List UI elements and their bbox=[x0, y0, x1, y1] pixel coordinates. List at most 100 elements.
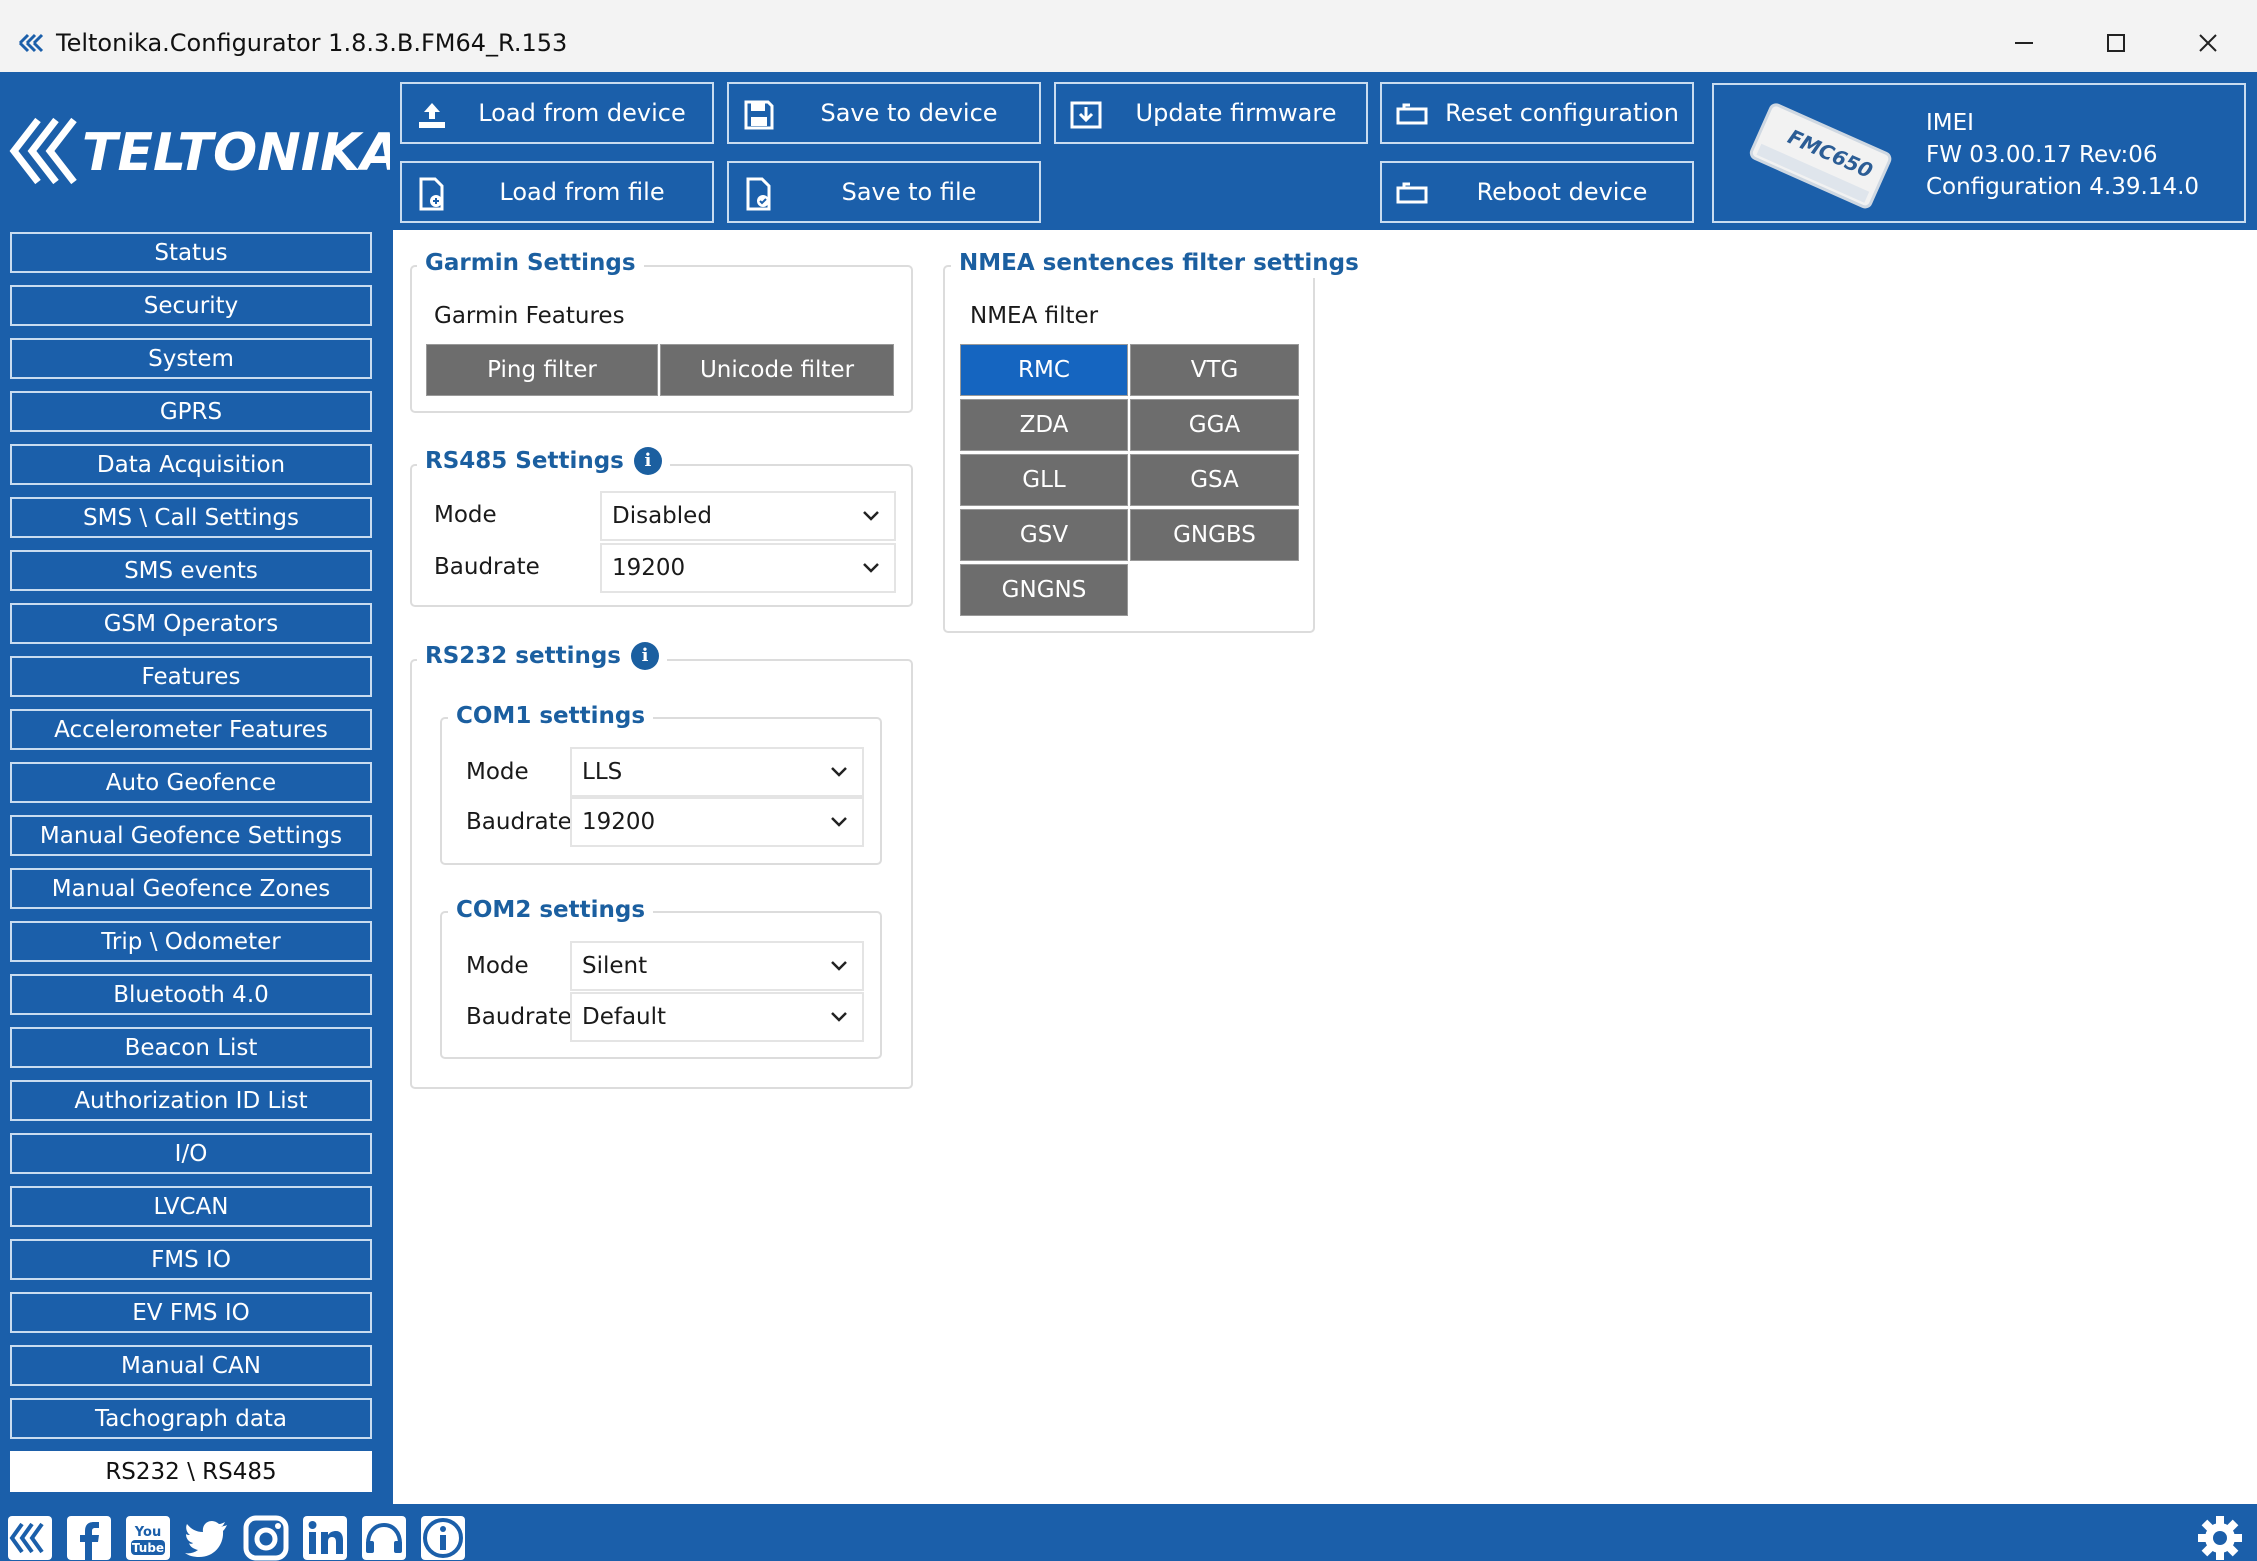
teltonika-logo: TELTONIKA bbox=[9, 117, 390, 185]
info-icon[interactable] bbox=[419, 1514, 467, 1561]
sidebar-item-gprs[interactable]: GPRS bbox=[10, 391, 372, 432]
com2-mode-value: Silent bbox=[582, 953, 648, 979]
sidebar-item-lvcan[interactable]: LVCAN bbox=[10, 1186, 372, 1227]
teltonika-app-icon bbox=[18, 33, 44, 53]
upload-device-icon bbox=[419, 103, 445, 128]
nmea-vtg-toggle[interactable]: VTG bbox=[1130, 344, 1299, 396]
firmware-download-icon bbox=[1070, 101, 1102, 129]
sidebar-item-features[interactable]: Features bbox=[10, 656, 372, 697]
maximize-button[interactable] bbox=[2086, 18, 2146, 68]
com1-baudrate-value: 19200 bbox=[582, 809, 656, 835]
nmea-zda-toggle[interactable]: ZDA bbox=[960, 399, 1128, 451]
nmea-gngns-toggle[interactable]: GNGNS bbox=[960, 564, 1128, 616]
sidebar-item-ev-fms-io[interactable]: EV FMS IO bbox=[10, 1292, 372, 1333]
sidebar-item-data-acquisition[interactable]: Data Acquisition bbox=[10, 444, 372, 485]
rs485-baudrate-select[interactable]: 19200 bbox=[600, 543, 896, 593]
sidebar-item-sms-call-settings[interactable]: SMS \ Call Settings bbox=[10, 497, 372, 538]
save-to-file-label: Save to file bbox=[841, 178, 977, 206]
chevron-down-icon bbox=[863, 511, 879, 521]
sidebar-item-io[interactable]: I/O bbox=[10, 1133, 372, 1174]
update-firmware-button[interactable]: Update firmware bbox=[1054, 82, 1368, 144]
com1-settings-title: COM1 settings bbox=[448, 701, 654, 731]
ping-filter-button[interactable]: Ping filter bbox=[426, 344, 658, 396]
com2-mode-label: Mode bbox=[466, 953, 529, 979]
settings-gear-icon[interactable] bbox=[2196, 1514, 2244, 1561]
minimize-icon bbox=[2015, 42, 2033, 44]
nmea-gll-toggle[interactable]: GLL bbox=[960, 454, 1128, 506]
chevron-down-icon bbox=[831, 1012, 847, 1022]
sidebar-item-sms-events[interactable]: SMS events bbox=[10, 550, 372, 591]
header-toolbar: TELTONIKA Load from device Save to devic… bbox=[0, 72, 2257, 230]
nmea-gga-toggle[interactable]: GGA bbox=[1130, 399, 1299, 451]
load-from-device-label: Load from device bbox=[478, 99, 686, 127]
sidebar-item-system[interactable]: System bbox=[10, 338, 372, 379]
sidebar-item-trip-odometer[interactable]: Trip \ Odometer bbox=[10, 921, 372, 962]
firmware-version: FW 03.00.17 Rev:06 bbox=[1926, 142, 2158, 168]
instagram-icon[interactable] bbox=[242, 1514, 290, 1561]
teltonika-icon[interactable] bbox=[6, 1514, 54, 1561]
com1-mode-label: Mode bbox=[466, 759, 529, 785]
sidebar-item-manual-geofence-zones[interactable]: Manual Geofence Zones bbox=[10, 868, 372, 909]
youtube-icon[interactable]: You Tube bbox=[124, 1514, 172, 1561]
nmea-filter-label: NMEA filter bbox=[970, 303, 1099, 329]
sidebar-item-authorization-id-list[interactable]: Authorization ID List bbox=[10, 1080, 372, 1121]
close-button[interactable] bbox=[2178, 18, 2238, 68]
update-firmware-label: Update firmware bbox=[1135, 99, 1337, 127]
facebook-icon[interactable] bbox=[65, 1514, 113, 1561]
rs232-info-icon[interactable]: i bbox=[630, 642, 659, 670]
file-save-icon bbox=[746, 177, 771, 211]
nmea-gsv-toggle[interactable]: GSV bbox=[960, 509, 1128, 561]
reboot-device-label: Reboot device bbox=[1476, 178, 1648, 206]
com1-mode-select[interactable]: LLS bbox=[570, 747, 864, 797]
rs485-mode-label: Mode bbox=[434, 502, 497, 528]
support-icon[interactable] bbox=[360, 1514, 408, 1561]
sidebar-item-manual-geofence-settings[interactable]: Manual Geofence Settings bbox=[10, 815, 372, 856]
reboot-icon bbox=[1396, 182, 1428, 204]
garmin-settings-title: Garmin Settings bbox=[417, 248, 644, 278]
save-to-device-button[interactable]: Save to device bbox=[727, 82, 1041, 144]
com2-baudrate-select[interactable]: Default bbox=[570, 992, 864, 1042]
com1-mode-value: LLS bbox=[582, 759, 623, 785]
sidebar-item-tachograph-data[interactable]: Tachograph data bbox=[10, 1398, 372, 1439]
sidebar-item-manual-can[interactable]: Manual CAN bbox=[10, 1345, 372, 1386]
nmea-gsa-toggle[interactable]: GSA bbox=[1130, 454, 1299, 506]
com2-mode-select[interactable]: Silent bbox=[570, 941, 864, 991]
logo-text: TELTONIKA bbox=[82, 123, 390, 183]
rs485-mode-select[interactable]: Disabled bbox=[600, 491, 896, 541]
window-title: Teltonika.Configurator 1.8.3.B.FM64_R.15… bbox=[56, 29, 568, 57]
load-from-file-label: Load from file bbox=[499, 178, 665, 206]
sidebar-item-bluetooth[interactable]: Bluetooth 4.0 bbox=[10, 974, 372, 1015]
linkedin-icon[interactable] bbox=[301, 1514, 349, 1561]
rs485-settings-title: RS485 Settings i bbox=[417, 446, 670, 476]
file-load-icon bbox=[419, 177, 444, 211]
reboot-device-button[interactable]: Reboot device bbox=[1380, 161, 1694, 223]
chevron-down-icon bbox=[831, 961, 847, 971]
twitter-icon[interactable] bbox=[183, 1514, 231, 1561]
sidebar-item-status[interactable]: Status bbox=[10, 232, 372, 273]
sidebar-item-accelerometer-features[interactable]: Accelerometer Features bbox=[10, 709, 372, 750]
configuration-version: Configuration 4.39.14.0 bbox=[1926, 174, 2200, 200]
com1-baudrate-select[interactable]: 19200 bbox=[570, 797, 864, 847]
sidebar-item-rs232-rs485[interactable]: RS232 \ RS485 bbox=[10, 1451, 372, 1492]
load-from-file-button[interactable]: Load from file bbox=[400, 161, 714, 223]
close-icon bbox=[2199, 34, 2217, 52]
garmin-features-label: Garmin Features bbox=[434, 303, 625, 329]
sidebar-item-gsm-operators[interactable]: GSM Operators bbox=[10, 603, 372, 644]
save-disk-icon bbox=[744, 100, 774, 130]
com2-baudrate-label: Baudrate bbox=[466, 1004, 572, 1030]
minimize-button[interactable] bbox=[1994, 18, 2054, 68]
rs485-info-icon[interactable]: i bbox=[633, 447, 662, 475]
footer-bar: You Tube bbox=[0, 1504, 2257, 1561]
nmea-rmc-toggle[interactable]: RMC bbox=[960, 344, 1128, 396]
sidebar-item-auto-geofence[interactable]: Auto Geofence bbox=[10, 762, 372, 803]
reset-configuration-button[interactable]: Reset configuration bbox=[1380, 82, 1694, 144]
save-to-file-button[interactable]: Save to file bbox=[727, 161, 1041, 223]
chevron-down-icon bbox=[863, 563, 879, 573]
nmea-gngbs-toggle[interactable]: GNGBS bbox=[1130, 509, 1299, 561]
load-from-device-button[interactable]: Load from device bbox=[400, 82, 714, 144]
sidebar-item-security[interactable]: Security bbox=[10, 285, 372, 326]
unicode-filter-button[interactable]: Unicode filter bbox=[660, 344, 894, 396]
sidebar-item-beacon-list[interactable]: Beacon List bbox=[10, 1027, 372, 1068]
sidebar-item-fms-io[interactable]: FMS IO bbox=[10, 1239, 372, 1280]
rs485-baudrate-value: 19200 bbox=[612, 555, 686, 581]
